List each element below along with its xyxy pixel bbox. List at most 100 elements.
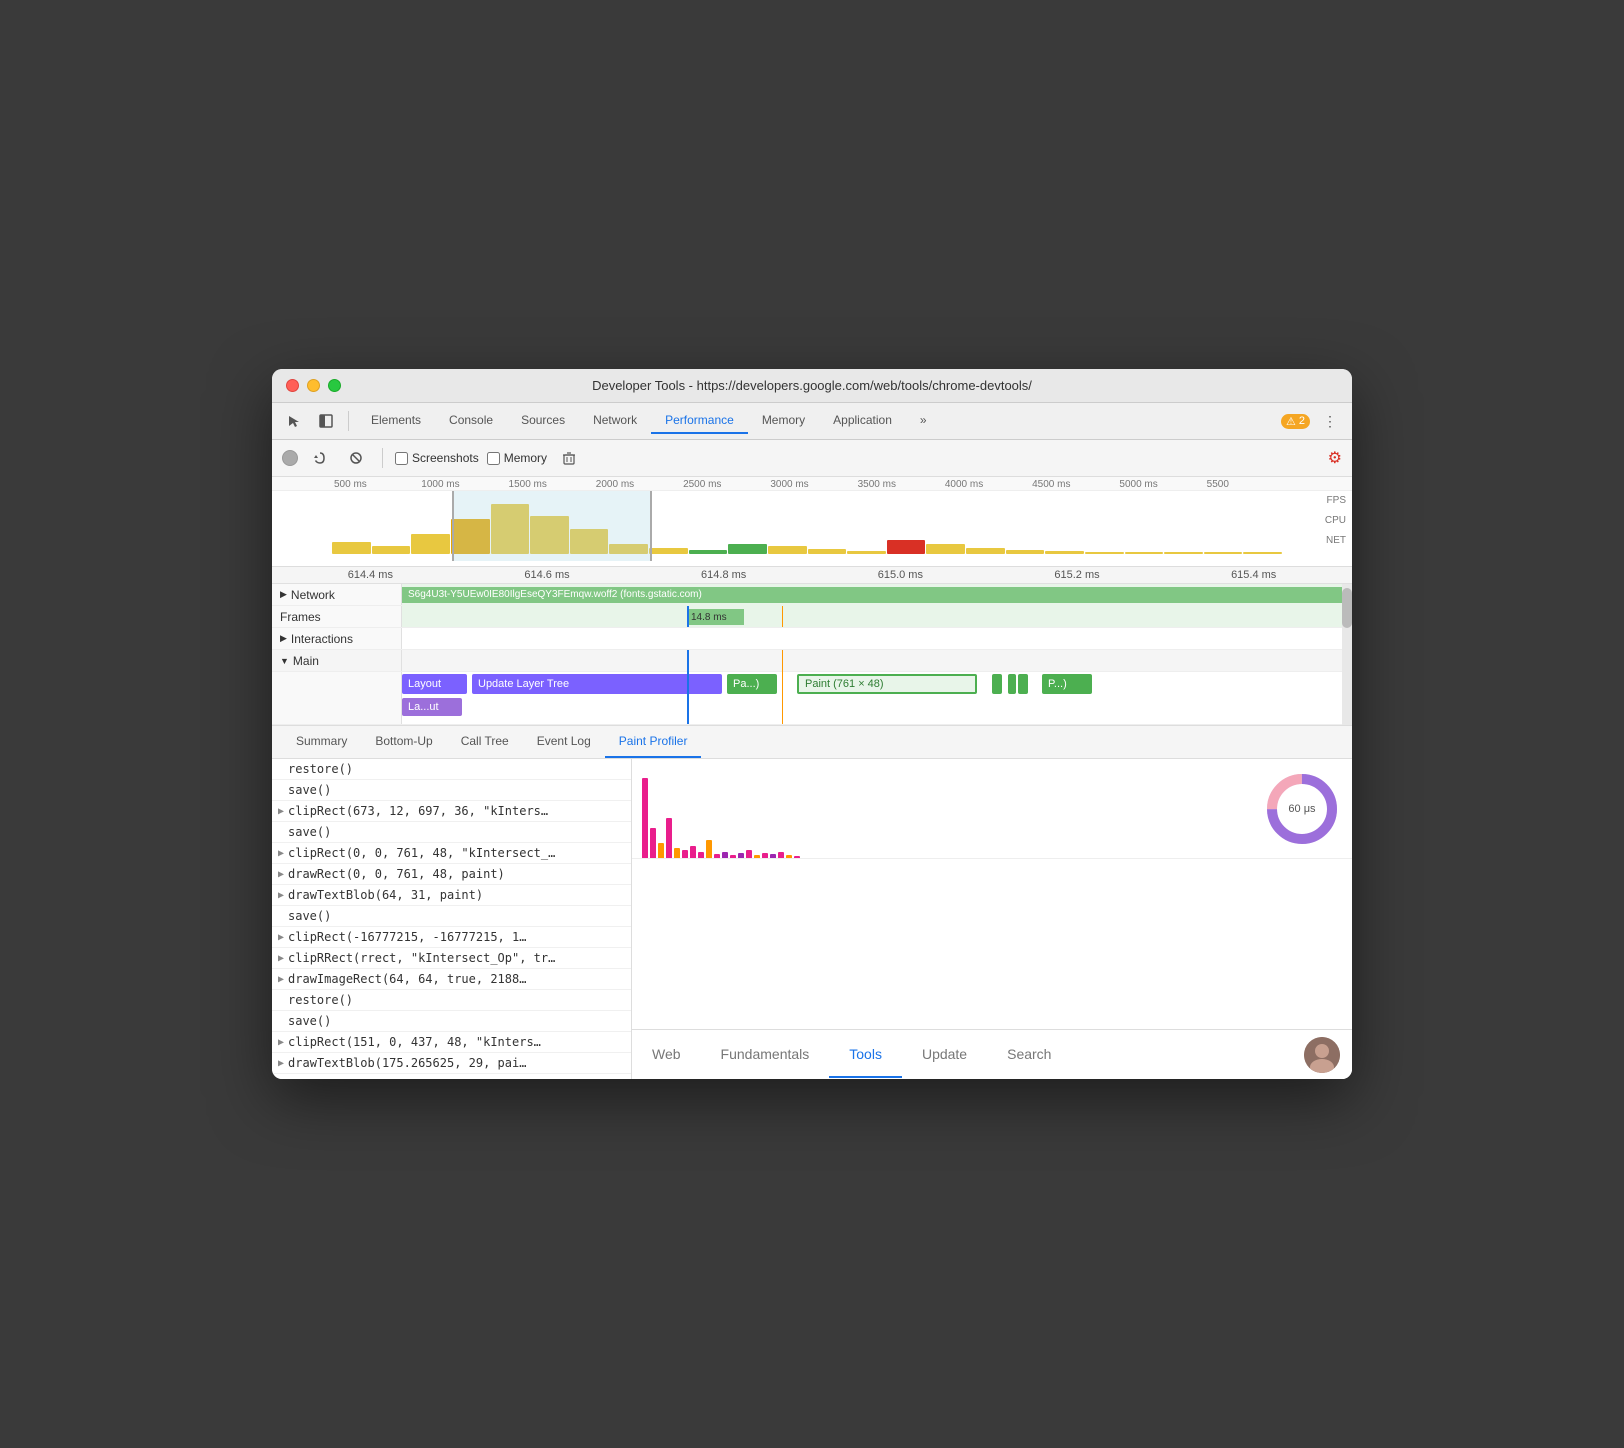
warning-count: 2 [1299, 415, 1305, 427]
main-arrow[interactable]: ▼ [280, 656, 289, 666]
paint-profiler-right: 60 μs Web Fundamentals Tools Update Sear… [632, 759, 1352, 1079]
tab-summary[interactable]: Summary [282, 726, 361, 758]
arrow-icon-3: ▶ [278, 869, 284, 880]
flame-cursor [687, 672, 689, 724]
tab-console[interactable]: Console [435, 408, 507, 434]
paint-item-8[interactable]: ▶ clipRect(-16777215, -16777215, 1… [272, 927, 631, 948]
time-mark-0: 614.4 ms [282, 569, 459, 581]
webpage-tab-web[interactable]: Web [632, 1032, 701, 1078]
minimize-button[interactable] [307, 379, 320, 392]
tab-more[interactable]: » [906, 408, 941, 434]
tab-paint-profiler[interactable]: Paint Profiler [605, 726, 702, 758]
interactions-arrow[interactable]: ▶ [280, 633, 287, 644]
time-mark-1: 614.6 ms [459, 569, 636, 581]
menu-icon[interactable]: ⋮ [1316, 407, 1344, 435]
network-track-content[interactable]: S6g4U3t-Y5UEw0IE80IlgEseQY3FEmqw.woff2 (… [402, 584, 1352, 606]
ruler-mark-7: 4000 ms [943, 479, 1030, 490]
time-mark-5: 615.4 ms [1165, 569, 1342, 581]
ruler-mark-1: 1000 ms [419, 479, 506, 490]
p-block[interactable]: P...) [1042, 674, 1092, 694]
update-layer-tree-block[interactable]: Update Layer Tree [472, 674, 722, 694]
layout-block[interactable]: Layout [402, 674, 467, 694]
arrow-icon-7: ▶ [278, 974, 284, 985]
main-section: ▼ Main Layout Update Layer Tree Pa...) [272, 650, 1352, 725]
ruler-mark-4: 2500 ms [681, 479, 768, 490]
paint-item-11[interactable]: restore() [272, 990, 631, 1011]
paint-item-13[interactable]: ▶ clipRect(151, 0, 437, 48, "kInters… [272, 1032, 631, 1053]
paint-item-3[interactable]: save() [272, 822, 631, 843]
small-green-2[interactable] [1008, 674, 1016, 694]
record-button[interactable] [282, 450, 298, 466]
paint-item-5[interactable]: ▶ drawRect(0, 0, 761, 48, paint) [272, 864, 631, 885]
paint-item-6[interactable]: ▶ drawTextBlob(64, 31, paint) [272, 885, 631, 906]
vertical-scrollbar[interactable] [1342, 584, 1352, 725]
warning-badge[interactable]: ⚠ 2 [1281, 414, 1310, 429]
paint-item-14[interactable]: ▶ drawTextBlob(175.265625, 29, pai… [272, 1053, 631, 1074]
small-green-1[interactable] [992, 674, 1002, 694]
maximize-button[interactable] [328, 379, 341, 392]
frames-track-content[interactable]: 14.8 ms [402, 606, 1352, 627]
tab-bottom-up[interactable]: Bottom-Up [361, 726, 446, 758]
interactions-track-row: ▶ Interactions [272, 628, 1352, 650]
bar-2 [658, 843, 664, 858]
paint-item-0[interactable]: restore() [272, 759, 631, 780]
reload-button[interactable] [306, 444, 334, 472]
webpage-tab-search[interactable]: Search [987, 1032, 1071, 1078]
memory-checkbox[interactable]: Memory [487, 451, 547, 465]
paint-item-1[interactable]: save() [272, 780, 631, 801]
paint-item-12[interactable]: save() [272, 1011, 631, 1032]
main-track[interactable] [402, 650, 1352, 672]
main-toolbar: Elements Console Sources Network Perform… [272, 403, 1352, 440]
webpage-area: Web Fundamentals Tools Update Search [632, 859, 1352, 1079]
trash-icon[interactable] [555, 444, 583, 472]
bar-9 [714, 854, 720, 858]
main-flame-content[interactable]: Layout Update Layer Tree Pa...) Paint (7… [402, 672, 1352, 724]
paint-item-2[interactable]: ▶ clipRect(673, 12, 697, 36, "kInters… [272, 801, 631, 822]
paint-detail-block[interactable]: Paint (761 × 48) [797, 674, 977, 694]
recording-bar: Screenshots Memory ⚙ [272, 440, 1352, 477]
donut-label: 60 μs [1288, 803, 1315, 815]
tab-application[interactable]: Application [819, 408, 906, 434]
paint-item-4[interactable]: ▶ clipRect(0, 0, 761, 48, "kIntersect_… [272, 843, 631, 864]
paint-list[interactable]: restore() save() ▶ clipRect(673, 12, 697… [272, 759, 632, 1079]
tab-performance[interactable]: Performance [651, 408, 748, 434]
layout-sub-block[interactable]: La...ut [402, 698, 462, 716]
bar-15 [762, 853, 768, 858]
fps-label: FPS [1327, 495, 1346, 506]
paint-item-9[interactable]: ▶ clipRRect(rrect, "kIntersect_Op", tr… [272, 948, 631, 969]
tab-network[interactable]: Network [579, 408, 651, 434]
paint-item-7[interactable]: save() [272, 906, 631, 927]
close-button[interactable] [286, 379, 299, 392]
scrollbar-thumb[interactable] [1342, 588, 1352, 628]
timeline-ruler: 500 ms 1000 ms 1500 ms 2000 ms 2500 ms 3… [272, 477, 1352, 491]
tab-call-tree[interactable]: Call Tree [447, 726, 523, 758]
settings-icon[interactable]: ⚙ [1328, 448, 1342, 468]
dock-icon[interactable] [312, 407, 340, 435]
main-header-label: ▼ Main [272, 650, 402, 671]
timeline-overview[interactable]: 500 ms 1000 ms 1500 ms 2000 ms 2500 ms 3… [272, 477, 1352, 567]
small-green-3[interactable] [1018, 674, 1028, 694]
window-title: Developer Tools - https://developers.goo… [592, 378, 1032, 393]
arrow-icon: ▶ [278, 806, 284, 817]
cursor-icon[interactable] [280, 407, 308, 435]
expand-arrow[interactable]: ▶ [280, 589, 287, 600]
pa-block[interactable]: Pa...) [727, 674, 777, 694]
frames-label: Frames [272, 606, 402, 627]
screenshots-checkbox[interactable]: Screenshots [395, 451, 479, 465]
tab-elements[interactable]: Elements [357, 408, 435, 434]
clear-button[interactable] [342, 444, 370, 472]
paint-item-10[interactable]: ▶ drawImageRect(64, 64, true, 2188… [272, 969, 631, 990]
interactions-track-content[interactable] [402, 628, 1352, 649]
title-bar: Developer Tools - https://developers.goo… [272, 369, 1352, 403]
user-avatar[interactable] [1304, 1037, 1340, 1073]
arrow-icon-9: ▶ [278, 1058, 284, 1069]
tab-event-log[interactable]: Event Log [523, 726, 605, 758]
tab-memory[interactable]: Memory [748, 408, 819, 434]
webpage-tab-tools[interactable]: Tools [829, 1032, 902, 1078]
tab-sources[interactable]: Sources [507, 408, 579, 434]
webpage-tab-update[interactable]: Update [902, 1032, 987, 1078]
timeline-tracks: FPS CPU NET [272, 491, 1352, 561]
bar-14 [754, 855, 760, 858]
bar-16 [770, 854, 776, 858]
webpage-tab-fundamentals[interactable]: Fundamentals [701, 1032, 830, 1078]
